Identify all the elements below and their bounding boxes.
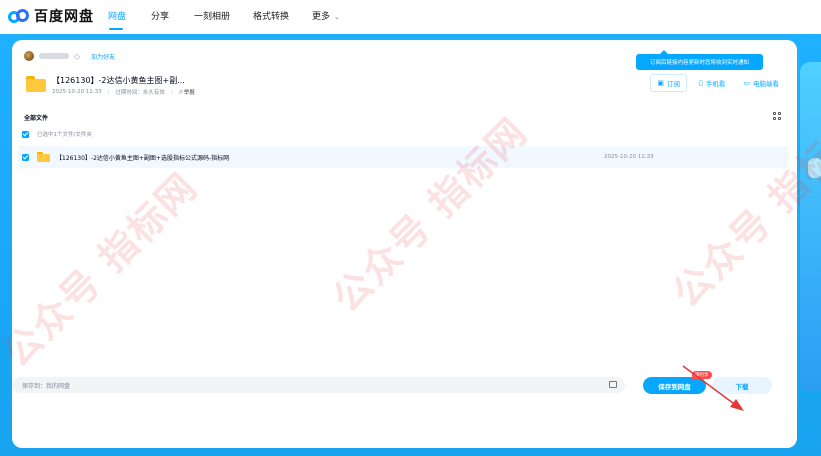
grid-view-icon[interactable]	[773, 112, 781, 120]
avatar[interactable]	[24, 51, 34, 61]
share-title: 【126130】-2达信小黄鱼主图+副...	[52, 76, 185, 85]
meta-divider: |	[107, 89, 110, 95]
diamond-icon: ◇	[74, 51, 81, 61]
pc-view-button[interactable]: ▭ 电脑端看	[737, 74, 785, 92]
phone-view-label: 手机看	[705, 80, 726, 88]
select-all-checkbox[interactable]	[22, 130, 29, 138]
nav-active-indicator	[109, 28, 123, 30]
crystal-decoration-icon	[808, 158, 821, 178]
save-to-netdisk-button[interactable]: 保存到网盘	[643, 377, 706, 394]
save-location-label: 保存到：我的网盘	[22, 382, 71, 390]
nav-more-label: 更多	[312, 12, 331, 22]
monitor-icon: ▭	[743, 79, 750, 87]
phone-view-button[interactable]: ▯ 手机看	[693, 74, 731, 92]
share-date: 2025-10-20 11:33	[52, 89, 102, 95]
top-navbar: 百度网盘 网盘 分享 一刻相册 格式转换 更多 ⌄	[0, 0, 821, 34]
sharer-name-blurred	[39, 53, 69, 59]
file-name[interactable]: 【126130】-2达信小黄鱼主图+副图+选股指标公式源码-指标网	[56, 153, 229, 162]
nav-netdisk[interactable]: 网盘	[108, 9, 126, 22]
promo-badge: 限时享	[692, 371, 712, 379]
folder-picker-icon[interactable]	[609, 381, 617, 388]
subscribe-button[interactable]: ▣ 订阅	[650, 74, 688, 92]
selection-count: 已选中1个文件/文件夹	[37, 132, 92, 138]
chevron-down-icon: ⌄	[334, 13, 340, 21]
subscribe-icon: ▣	[657, 79, 665, 87]
meta-divider: |	[170, 89, 173, 95]
share-meta: 2025-10-20 11:33 | 过期时间：永久有效 | ⚐举报	[52, 88, 195, 96]
subscribe-label: 订阅	[667, 80, 681, 88]
side-promo-banner[interactable]	[800, 62, 821, 392]
table-row[interactable]: 【126130】-2达信小黄鱼主图+副图+选股指标公式源码-指标网 2025-1…	[18, 146, 789, 168]
report-label: 举报	[183, 90, 195, 96]
report-link[interactable]: ⚐举报	[179, 88, 195, 96]
row-checkbox[interactable]	[22, 153, 29, 161]
add-friend-link[interactable]: 加为好友	[91, 52, 115, 61]
select-all-row: 已选中1个文件/文件夹	[22, 130, 92, 138]
nav-photo-album[interactable]: 一刻相册	[194, 9, 230, 22]
subscribe-tooltip: 订阅后链接内容更新时您将收到实时通知	[636, 50, 763, 70]
file-date: 2025-10-20 11:33	[604, 154, 654, 160]
breadcrumb[interactable]: 全部文件	[24, 113, 48, 122]
download-button[interactable]: 下载	[712, 377, 772, 394]
nav-format-convert[interactable]: 格式转换	[253, 9, 289, 22]
nav-share[interactable]: 分享	[151, 9, 169, 22]
nav-more[interactable]: 更多 ⌄	[312, 9, 340, 22]
share-actions: ▣ 订阅 ▯ 手机看 ▭ 电脑端看	[650, 74, 785, 92]
sharer-info: ◇ 加为好友	[24, 51, 115, 61]
baidu-netdisk-logo[interactable]: 百度网盘	[8, 6, 94, 26]
pc-view-label: 电脑端看	[753, 80, 779, 88]
cloud-logo-icon	[8, 7, 30, 25]
phone-icon: ▯	[699, 79, 703, 87]
folder-icon	[37, 152, 50, 162]
share-expire: 过期时间：永久有效	[115, 90, 165, 96]
folder-icon	[26, 76, 46, 92]
save-location-field[interactable]: 保存到：我的网盘	[12, 377, 625, 393]
brand-name: 百度网盘	[34, 9, 94, 25]
